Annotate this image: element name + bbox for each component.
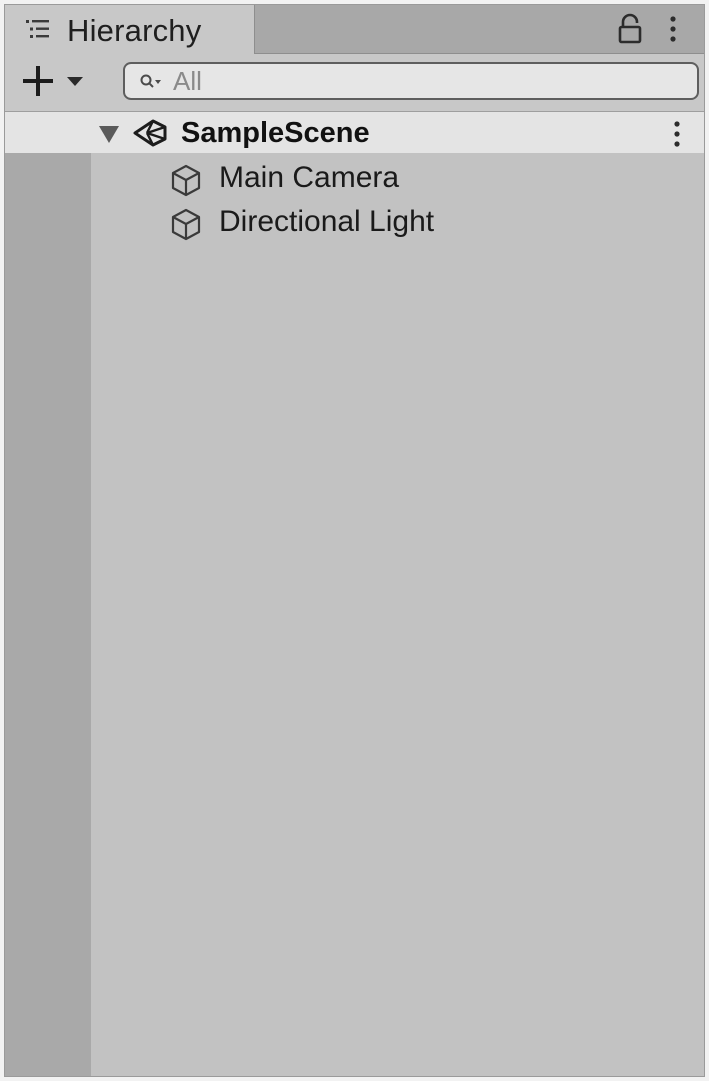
toolbar <box>5 54 704 112</box>
gameobject-label: Main Camera <box>219 161 400 194</box>
chevron-down-icon <box>67 77 83 86</box>
lock-icon[interactable] <box>617 13 643 45</box>
cube-icon <box>171 208 201 241</box>
search-field[interactable] <box>123 62 699 100</box>
plus-icon <box>23 66 53 96</box>
scene-name: SampleScene <box>181 117 370 149</box>
scene-row[interactable]: SampleScene <box>5 112 704 153</box>
tab-title: Hierarchy <box>67 13 202 48</box>
hierarchy-gutter <box>5 153 91 1076</box>
window-menu-icon[interactable] <box>665 13 681 45</box>
cube-icon <box>171 164 201 197</box>
add-dropdown-button[interactable] <box>17 60 93 104</box>
tab-hierarchy[interactable]: Hierarchy <box>5 5 255 54</box>
tab-bar: Hierarchy <box>5 5 704 54</box>
gameobject-row-directional-light[interactable]: Directional Light <box>91 199 704 243</box>
unity-scene-icon <box>133 119 167 147</box>
gameobject-row-main-camera[interactable]: Main Camera <box>91 155 704 199</box>
hierarchy-window: Hierarchy All SampleScene Main Camera Di… <box>4 4 705 1077</box>
hierarchy-list-icon <box>26 20 49 38</box>
search-icon <box>140 74 161 88</box>
gameobject-label: Directional Light <box>219 205 435 238</box>
search-input[interactable] <box>173 64 683 98</box>
foldout-arrow-icon[interactable] <box>97 124 121 144</box>
scene-menu-icon[interactable] <box>669 118 685 150</box>
